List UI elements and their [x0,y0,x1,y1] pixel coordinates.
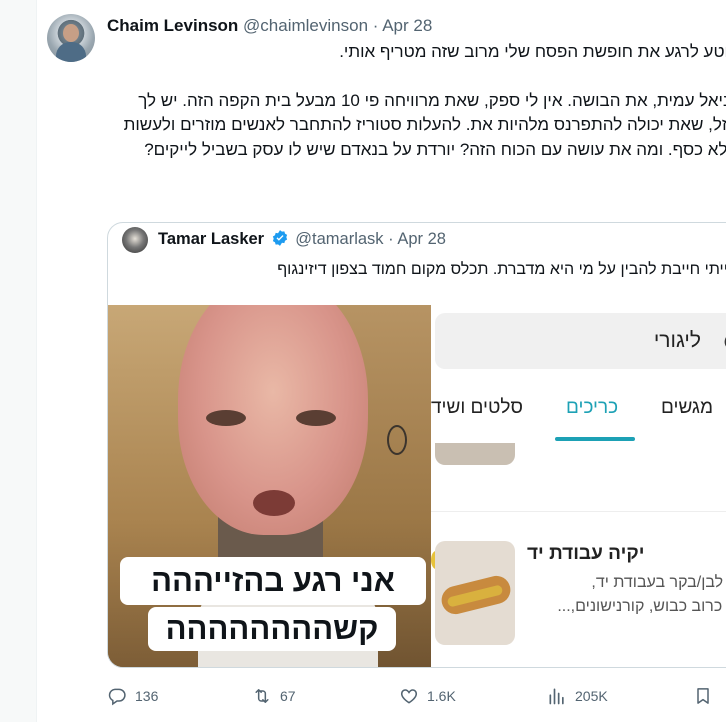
quoted-tweet-header: Tamar Lasker @tamarlask · Apr 28 [158,230,446,248]
author-name[interactable]: Chaim Levinson [107,16,238,35]
verified-badge-icon [272,230,287,246]
menu-item-image-1 [435,443,515,465]
menu-screenshot-image[interactable]: ליגורי מגשים כריכים סלטים ושיד יקיה עבוד… [431,305,726,667]
menu-search-bar: ליגורי [435,313,726,369]
quoted-author-name[interactable]: Tamar Lasker [158,230,264,248]
tweet-paragraph-1: קוטע לרגע את חופשת הפסח שלי מרוב שזה מטר… [339,42,726,61]
search-icon [724,337,726,347]
menu-tab-sandwiches: כריכים [566,397,619,418]
menu-divider [431,511,726,512]
video-caption-line-1: אני רגע בהזייההה [120,557,426,605]
tweet-date[interactable]: Apr 28 [382,16,432,35]
author-avatar[interactable] [47,14,95,62]
reply-button[interactable]: 136 [107,686,158,706]
author-handle[interactable]: @chaimlevinson [243,16,368,35]
views-button[interactable]: 205K [547,686,608,706]
heart-icon [400,689,418,704]
menu-item-description-line-2: רדל, כרוב כבוש, קורנישונים,... [557,598,726,615]
like-count: 1.6K [427,688,456,704]
quoted-author-handle[interactable]: @tamarlask [295,230,383,248]
quoted-tweet-text: הייתי חייבת להבין על מי היא מדברת. תכלס … [277,261,726,278]
like-button[interactable]: 1.6K [399,686,456,706]
menu-item-title: יקיה עבודת יד [527,543,645,564]
tweet-header: Chaim Levinson @chaimlevinson · Apr 28 [107,16,433,35]
quoted-media[interactable]: אני רגע בהזייההה קשהההההההה ליגורי מגשים… [108,305,726,667]
tweet-actions: 136 67 1.6K 205K [107,686,726,710]
menu-tab-salads: סלטים ושיד [431,397,523,418]
reply-icon [108,688,126,706]
views-count: 205K [575,688,608,704]
menu-item-description-line-1: בשר לבן/בקר בעבודת יד, [591,574,726,591]
views-icon [549,688,564,705]
bookmark-button[interactable] [693,686,713,706]
menu-tab-trays: מגשים [661,397,714,418]
quoted-author-avatar[interactable] [122,227,148,253]
bookmark-icon [697,688,709,704]
repost-button[interactable]: 67 [252,686,296,706]
repost-count: 67 [280,688,296,704]
tweet-text: קוטע לרגע את חופשת הפסח שלי מרוב שזה מטר… [107,40,726,186]
reply-count: 136 [135,688,159,704]
tweet-card[interactable]: Chaim Levinson @chaimlevinson · Apr 28 ·… [36,0,726,722]
menu-search-label: ליגורי [653,329,701,352]
menu-item-description: בשר לבן/בקר בעבודת יד, רדל, כרוב כבוש, ק… [527,571,726,619]
quoted-tweet[interactable]: Tamar Lasker @tamarlask · Apr 28 הייתי ח… [107,222,726,668]
repost-icon [255,689,269,703]
video-frame-image[interactable]: אני רגע בהזייההה קשהההההההה [108,305,431,667]
menu-item-image-2 [435,541,515,645]
quoted-tweet-date[interactable]: Apr 28 [397,230,446,248]
video-caption-line-2: קשהההההההה [148,607,396,651]
tweet-paragraph-2: דניאל עמית, את הבושה. אין לי ספק, שאת מר… [123,90,726,159]
menu-tab-indicator [555,437,635,441]
